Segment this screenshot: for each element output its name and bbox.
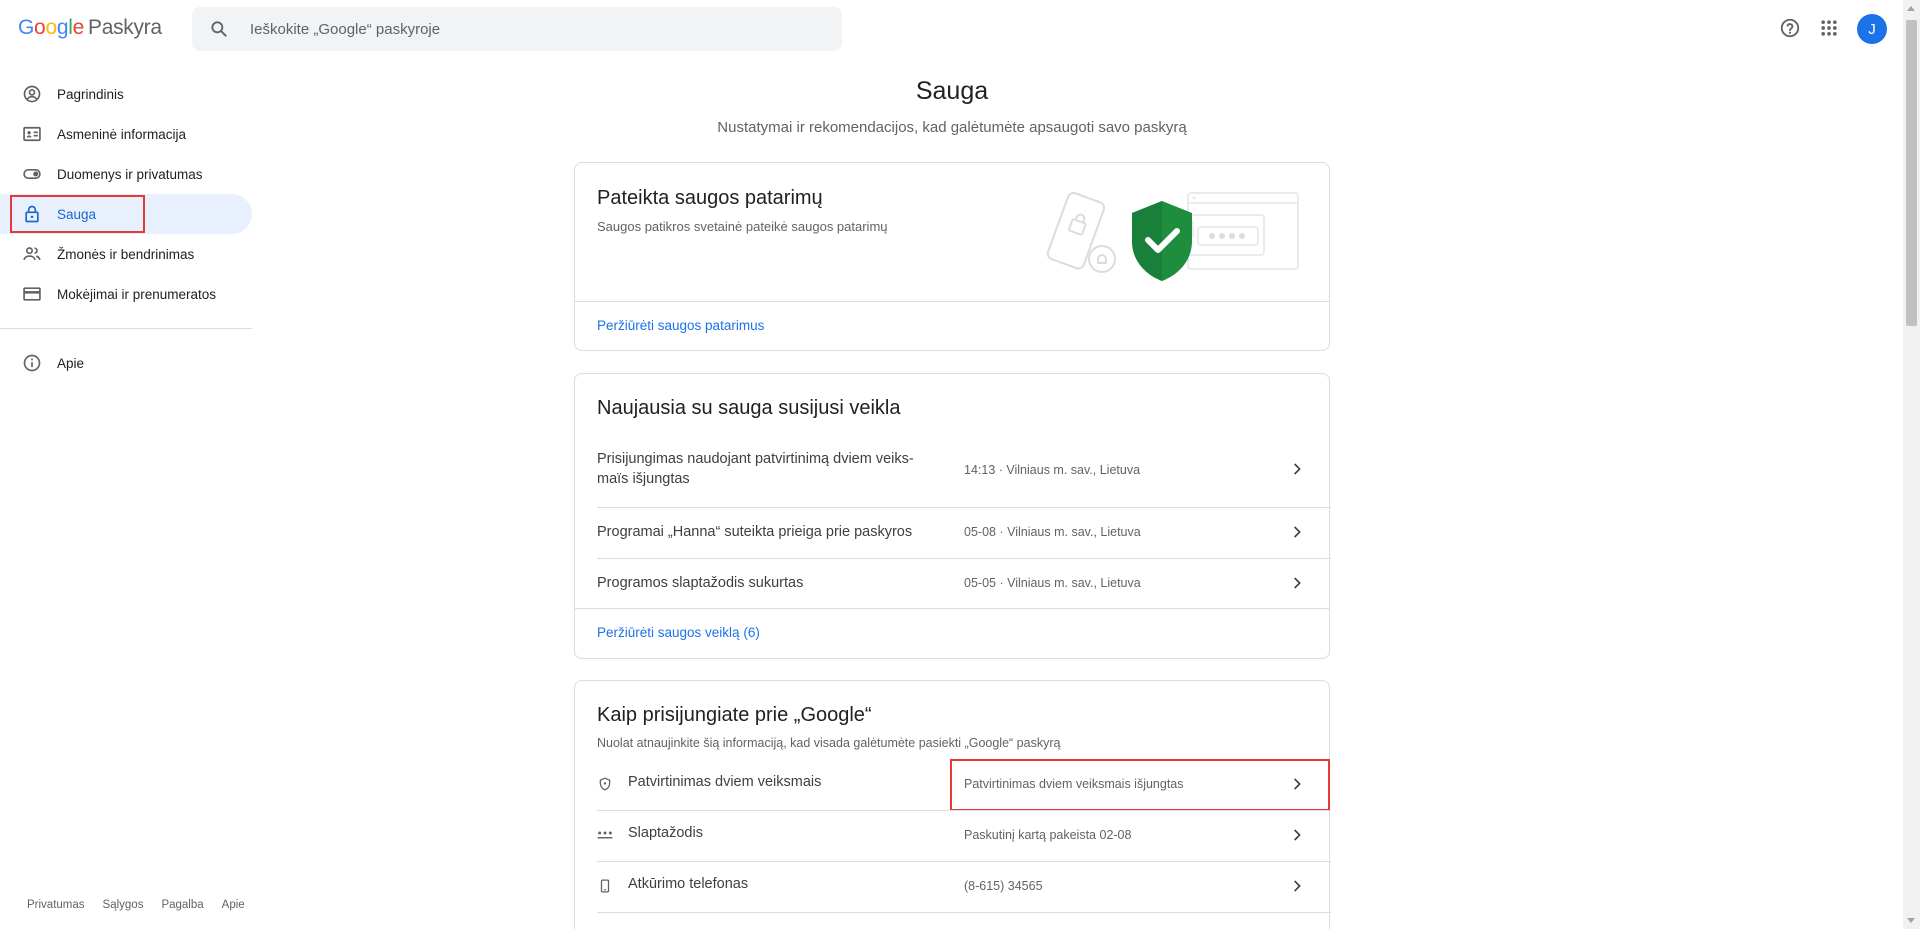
card-description: Saugos patikros svetainė pateikė saugos … bbox=[597, 219, 888, 234]
scrollbar-thumb[interactable] bbox=[1906, 20, 1917, 326]
card-divider bbox=[575, 608, 1329, 609]
activity-label: Prisijungimas naudojant patvirtinimą dvi… bbox=[597, 451, 914, 487]
card-title: Kaip prisijungiate prie „Google“ bbox=[597, 704, 872, 726]
sidebar-item-security[interactable]: Sauga bbox=[0, 194, 252, 234]
chevron-right-icon bbox=[1294, 526, 1301, 538]
logo-letter: o bbox=[45, 16, 57, 39]
help-icon[interactable] bbox=[1778, 16, 1802, 40]
sidebar-item-data-privacy[interactable]: Duomenys ir privatumas bbox=[0, 154, 252, 194]
chevron-right-icon bbox=[1294, 829, 1301, 841]
sidebar-item-label: Apie bbox=[57, 355, 85, 371]
chevron-right-icon bbox=[1294, 577, 1301, 589]
chevron-right-icon bbox=[1294, 880, 1301, 892]
sidebar-item-label: Mokėjimai ir prenumeratos bbox=[57, 286, 217, 302]
row-divider bbox=[597, 912, 1331, 913]
scroll-down-arrow[interactable] bbox=[1907, 918, 1915, 923]
sidebar-item-label: Asmeninė informacija bbox=[57, 126, 187, 142]
sidebar-item-people-sharing[interactable]: Žmonės ir bendrinimas bbox=[0, 234, 252, 274]
search-bar[interactable]: Ieškokite „Google“ paskyroje bbox=[192, 7, 842, 51]
footer-link-privacy[interactable]: Privatumas bbox=[27, 899, 85, 911]
row-status: Paskutinį kartą pakeista 02-08 bbox=[964, 828, 1132, 842]
info-icon bbox=[20, 351, 44, 375]
sidebar-item-label: Pagrindinis bbox=[57, 86, 124, 102]
sidebar-item-about[interactable]: Apie bbox=[0, 343, 252, 383]
card-title: Pateikta saugos patarimų bbox=[597, 187, 823, 209]
toggle-icon bbox=[20, 162, 44, 186]
activity-time-location: 14:13 · Vilniaus m. sav., Lietuva bbox=[964, 463, 1141, 477]
security-tips-card: Pateikta saugos patarimų Saugos patikros… bbox=[574, 162, 1330, 351]
chevron-right-icon bbox=[1294, 463, 1301, 475]
card-title: Naujausia su sauga susijusi veikla bbox=[597, 397, 901, 419]
search-input[interactable]: Ieškokite „Google“ paskyroje bbox=[250, 21, 440, 38]
sidebar-item-label: Žmonės ir bendrinimas bbox=[57, 246, 195, 262]
footer-link-terms[interactable]: Sąlygos bbox=[103, 899, 144, 911]
logo-letter: e bbox=[72, 16, 85, 39]
sidebar-item-home[interactable]: Pagrindinis bbox=[0, 74, 252, 114]
sidebar-nav: Pagrindinis Asmeninė informacija Duomeny… bbox=[0, 74, 252, 383]
logo-letter: G bbox=[18, 16, 35, 39]
page-title: Sauga bbox=[915, 77, 989, 105]
id-card-icon bbox=[20, 122, 44, 146]
row-label: Slaptažodis bbox=[628, 825, 703, 841]
security-illustration bbox=[1046, 192, 1299, 281]
two-step-verification-row[interactable]: Patvirtinimas dviem veiksmais Patvirtini… bbox=[575, 759, 1330, 811]
page-scrollbar[interactable] bbox=[1903, 0, 1920, 929]
page-subtitle: Nustatymai ir rekomendacijos, kad galėtu… bbox=[717, 119, 1187, 136]
highlight-box bbox=[950, 759, 1330, 811]
activity-row[interactable]: Programos slaptažodis sukurtas 05-05 · V… bbox=[575, 559, 1329, 609]
activity-row[interactable]: Prisijungimas naudojant patvirtinimą dvi… bbox=[575, 449, 1329, 509]
activity-time-location: 05-05 · Vilniaus m. sav., Lietuva bbox=[964, 576, 1141, 590]
account-circle-icon bbox=[20, 82, 44, 106]
google-account-logo[interactable]: Google Paskyra bbox=[18, 16, 162, 40]
phone-icon bbox=[597, 878, 613, 894]
shield-icon bbox=[597, 776, 613, 792]
activity-time-location: 05-08 · Vilniaus m. sav., Lietuva bbox=[964, 525, 1141, 539]
credit-card-icon bbox=[20, 282, 44, 306]
row-label: Atkūrimo telefonas bbox=[628, 876, 749, 892]
activity-label: Programos slaptažodis sukurtas bbox=[597, 575, 804, 591]
sign-in-methods-card: Kaip prisijungiate prie „Google“ Nuolat … bbox=[574, 680, 1331, 929]
logo-letter: o bbox=[34, 16, 46, 39]
view-security-activity-link[interactable]: Peržiūrėti saugos veiklą (6) bbox=[597, 625, 760, 640]
highlight-box bbox=[10, 195, 145, 233]
activity-row[interactable]: Programai „Hanna“ suteikta prieiga prie … bbox=[575, 508, 1329, 558]
product-name: Paskyra bbox=[87, 16, 162, 39]
row-label: Patvirtinimas dviem veiksmais bbox=[628, 774, 822, 790]
sidebar-item-label: Duomenys ir privatumas bbox=[57, 166, 203, 182]
search-icon[interactable] bbox=[208, 18, 230, 40]
card-divider bbox=[575, 301, 1329, 302]
password-dots-icon bbox=[597, 827, 613, 843]
footer-link-help[interactable]: Pagalba bbox=[161, 899, 203, 911]
sidebar-item-payments[interactable]: Mokėjimai ir prenumeratos bbox=[0, 274, 252, 314]
footer-link-about[interactable]: Apie bbox=[222, 899, 245, 911]
scroll-up-arrow[interactable] bbox=[1907, 6, 1915, 11]
sidebar-footer: Privatumas Sąlygos Pagalba Apie bbox=[27, 899, 245, 911]
logo-letter: g bbox=[56, 16, 69, 39]
people-icon bbox=[20, 242, 44, 266]
activity-label: Programai „Hanna“ suteikta prieiga prie … bbox=[597, 524, 913, 540]
view-security-tips-link[interactable]: Peržiūrėti saugos patarimus bbox=[597, 318, 764, 333]
avatar[interactable]: J bbox=[1857, 14, 1887, 44]
row-status: (8-615) 34565 bbox=[964, 879, 1043, 893]
recovery-phone-row[interactable]: Atkūrimo telefonas (8-615) 34565 bbox=[575, 862, 1329, 912]
recent-activity-card: Naujausia su sauga susijusi veikla Prisi… bbox=[574, 373, 1331, 659]
sidebar-item-personal-info[interactable]: Asmeninė informacija bbox=[0, 114, 252, 154]
password-row[interactable]: Slaptažodis Paskutinį kartą pakeista 02-… bbox=[575, 811, 1329, 861]
card-description: Nuolat atnaujinkite šią informaciją, kad… bbox=[597, 736, 1061, 750]
sidebar-divider bbox=[0, 328, 252, 329]
apps-grid-icon[interactable] bbox=[1817, 16, 1841, 40]
app-header: Google Paskyra Ieškokite „Google“ paskyr… bbox=[0, 0, 1900, 58]
